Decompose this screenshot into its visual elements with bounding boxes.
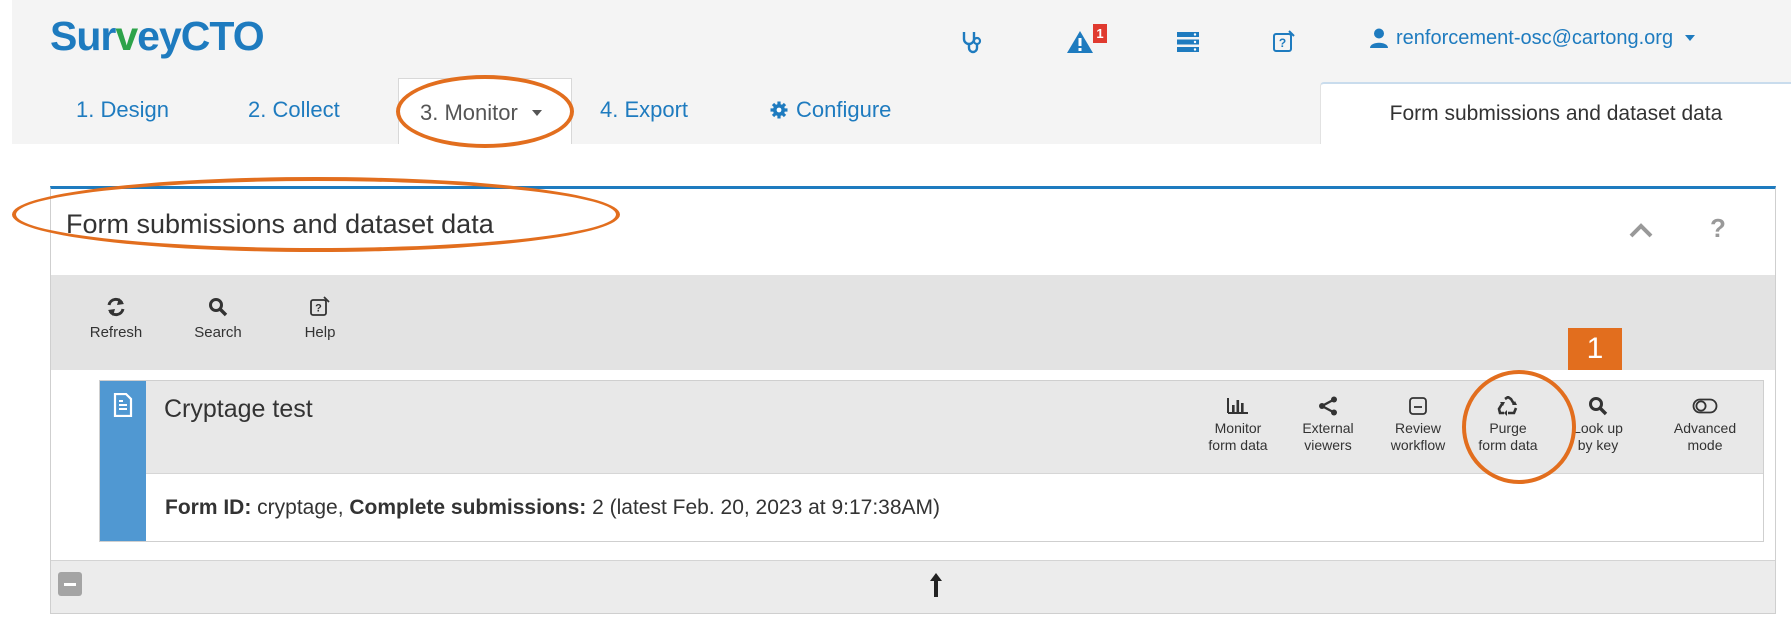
help-icon: ?: [310, 296, 330, 316]
annotation-ellipse-title: [12, 177, 620, 252]
document-icon: [112, 392, 134, 418]
advanced-mode-label: Advanced mode: [1673, 420, 1737, 453]
user-icon: [1370, 28, 1388, 48]
external-viewers-button[interactable]: External viewers: [1285, 392, 1371, 464]
logo-text-part1: Sur: [50, 13, 116, 59]
gear-icon: [770, 101, 788, 119]
scroll-up-button[interactable]: [922, 568, 950, 602]
toggle-icon: [1692, 398, 1718, 414]
advanced-mode-button[interactable]: Advanced mode: [1662, 392, 1748, 464]
minus-button[interactable]: [58, 572, 82, 596]
tab-export[interactable]: 4. Export: [600, 95, 688, 125]
form-id-value: cryptage: [257, 496, 338, 519]
panel-footer: [51, 560, 1775, 613]
collapse-button[interactable]: [1626, 218, 1656, 242]
search-icon: [209, 298, 228, 317]
complete-submissions-value: 2 (latest Feb. 20, 2023 at 9:17:38AM): [592, 496, 940, 519]
help-icon[interactable]: ?: [1270, 28, 1298, 56]
form-details: Form ID: cryptage, Complete submissions:…: [165, 496, 940, 519]
form-name: Cryptage test: [164, 395, 313, 423]
minus-icon: [64, 582, 76, 586]
look-up-by-key-label: Look up by key: [1573, 420, 1623, 453]
alert-count-badge: 1: [1093, 24, 1107, 43]
review-icon: [1409, 397, 1427, 415]
search-button[interactable]: Search: [173, 296, 263, 356]
panel-help-button[interactable]: ?: [1706, 210, 1730, 246]
svg-text:?: ?: [1279, 36, 1286, 50]
surveycto-logo[interactable]: SurveyCTO: [50, 10, 265, 62]
user-menu[interactable]: renforcement-osc@cartong.org: [1370, 24, 1696, 52]
complete-submissions-label: Complete submissions:: [349, 496, 587, 519]
warning-icon[interactable]: [1066, 28, 1094, 56]
refresh-label: Refresh: [89, 324, 143, 341]
tab-configure[interactable]: Configure: [770, 95, 891, 125]
step-number-badge: 1: [1568, 328, 1622, 370]
tab-form-submissions[interactable]: Form submissions and dataset data: [1320, 82, 1791, 144]
tab-design[interactable]: 1. Design: [76, 95, 169, 125]
form-id-label: Form ID:: [165, 496, 252, 519]
tab-collect[interactable]: 2. Collect: [248, 95, 340, 125]
stethoscope-icon[interactable]: [958, 28, 986, 56]
user-email: renforcement-osc@cartong.org: [1396, 26, 1674, 49]
chevron-up-icon: [1629, 223, 1653, 238]
monitor-form-data-button[interactable]: Monitor form data: [1195, 392, 1281, 464]
search-label: Search: [194, 324, 242, 341]
svg-text:?: ?: [315, 303, 322, 315]
share-icon: [1319, 396, 1337, 416]
bar-chart-icon: [1227, 398, 1248, 414]
annotation-ellipse-purge: [1462, 370, 1576, 484]
logo-text-part3: eyCTO: [137, 13, 264, 59]
toolbar-help-button[interactable]: ? Help: [275, 296, 365, 356]
logo-text-part2: v: [115, 13, 138, 59]
arrow-up-icon: [930, 573, 942, 597]
review-workflow-label: Review workflow: [1390, 420, 1446, 453]
review-workflow-button[interactable]: Review workflow: [1375, 392, 1461, 464]
chevron-down-icon: [1685, 35, 1696, 41]
tab-configure-label: Configure: [796, 97, 892, 122]
monitor-form-data-label: Monitor form data: [1208, 420, 1268, 453]
search-icon: [1589, 397, 1608, 416]
refresh-icon: [107, 297, 125, 317]
annotation-ellipse-monitor: [396, 75, 574, 148]
server-icon[interactable]: [1174, 28, 1202, 56]
external-viewers-label: External viewers: [1302, 420, 1354, 453]
help-label: Help: [304, 324, 336, 341]
refresh-button[interactable]: Refresh: [71, 296, 161, 356]
